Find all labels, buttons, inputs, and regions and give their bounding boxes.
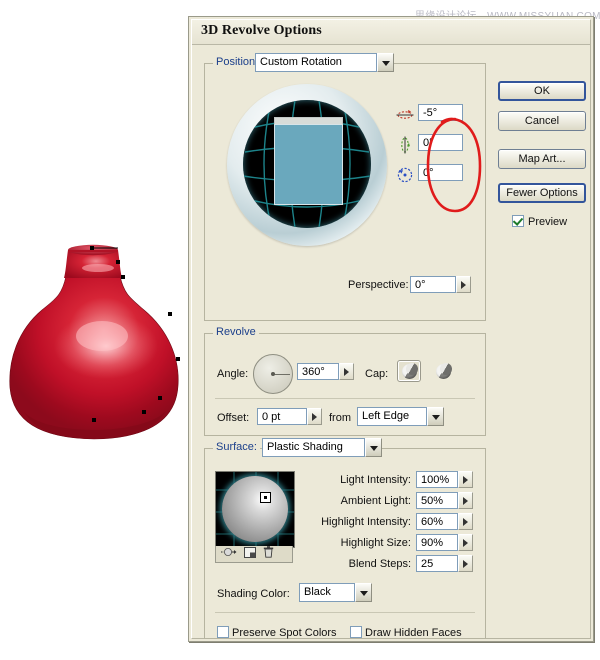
perspective-field[interactable]: 0°: [410, 276, 456, 293]
ok-button[interactable]: OK: [498, 81, 586, 101]
offset-from-combo[interactable]: Left Edge: [357, 407, 427, 426]
preview-label: Preview: [528, 216, 568, 228]
highlight-intensity-field[interactable]: 60%: [416, 513, 458, 530]
surface-group: Surface: Plastic Shading Light Intensity…: [204, 438, 486, 639]
ambient-light-stepper[interactable]: [458, 492, 473, 509]
rotate-y-icon: [396, 136, 414, 154]
move-light-back-icon[interactable]: [244, 545, 256, 563]
angle-dial-center: [271, 372, 275, 376]
highlight-intensity-label: Highlight Intensity:: [321, 516, 411, 528]
light-position-marker[interactable]: [260, 492, 271, 503]
shading-color-combo[interactable]: Black: [299, 583, 355, 602]
light-preview[interactable]: [215, 471, 295, 548]
light-intensity-field[interactable]: 100%: [416, 471, 458, 488]
surface-shading-combo[interactable]: Plastic Shading: [262, 438, 365, 457]
dialog-title: 3D Revolve Options: [201, 23, 322, 38]
preview-checkbox[interactable]: [512, 215, 524, 227]
ambient-light-label: Ambient Light:: [340, 495, 411, 507]
offset-field[interactable]: 0 pt: [257, 408, 307, 425]
dialog-inner-bevel: 3D Revolve Options Position: Custom Rota…: [191, 19, 591, 639]
offset-stepper[interactable]: [307, 408, 322, 425]
3d-revolve-options-dialog: 3D Revolve Options Position: Custom Rota…: [188, 16, 594, 642]
angle-label: Angle:: [217, 368, 249, 380]
preserve-spot-colors-checkbox[interactable]: [217, 626, 229, 638]
red-revolved-vase: [2, 238, 188, 528]
fewer-options-button[interactable]: Fewer Options: [498, 183, 586, 203]
dialog-content: Position: Custom Rotation -5° 0° 0° Pers…: [192, 45, 590, 639]
light-intensity-stepper[interactable]: [458, 471, 473, 488]
map-art-button[interactable]: Map Art...: [498, 149, 586, 169]
cap-on-button[interactable]: [397, 360, 421, 382]
dialog-titlebar: 3D Revolve Options: [192, 20, 590, 45]
position-preset-chevron-down-icon[interactable]: [377, 53, 394, 72]
offset-label: Offset:: [217, 412, 250, 424]
highlight-size-label: Highlight Size:: [340, 537, 411, 549]
trackball-cube-front-face: [274, 124, 343, 205]
cap-solid-icon: [401, 362, 418, 379]
light-preview-sphere: [222, 476, 288, 542]
blend-steps-label: Blend Steps:: [348, 558, 411, 570]
light-toolbar: [215, 546, 293, 563]
cancel-button[interactable]: Cancel: [498, 111, 586, 131]
angle-field[interactable]: 360°: [297, 363, 339, 380]
light-intensity-label: Light Intensity:: [340, 474, 411, 486]
ambient-light-field[interactable]: 50%: [416, 492, 458, 509]
trackball-sphere: [243, 100, 371, 228]
cap-off-button[interactable]: [431, 360, 455, 382]
blend-steps-field[interactable]: 25: [416, 555, 458, 572]
offset-from-chevron-down-icon[interactable]: [427, 407, 444, 426]
surface-divider: [215, 612, 475, 613]
blend-steps-stepper[interactable]: [458, 555, 473, 572]
rotate-y-field[interactable]: 0°: [418, 134, 463, 151]
delete-light-icon[interactable]: [263, 545, 274, 563]
cap-label: Cap:: [365, 368, 389, 380]
revolve-group: Revolve Angle: 360° Cap: Offset: 0 pt fr…: [204, 326, 486, 436]
rotate-x-icon: [396, 106, 414, 124]
angle-dial[interactable]: [253, 354, 293, 394]
new-light-icon[interactable]: [221, 545, 237, 563]
perspective-label: Perspective:: [348, 279, 409, 291]
draw-hidden-faces-label: Draw Hidden Faces: [365, 627, 462, 639]
cap-hollow-icon: [435, 362, 452, 379]
position-preset-combo[interactable]: Custom Rotation: [255, 53, 377, 72]
surface-shading-chevron-down-icon[interactable]: [365, 438, 382, 457]
rotate-z-field[interactable]: 0°: [418, 164, 463, 181]
revolve-divider: [215, 398, 475, 399]
highlight-size-stepper[interactable]: [458, 534, 473, 551]
position-trackball[interactable]: [227, 84, 387, 246]
rotate-z-icon: [396, 166, 414, 184]
angle-dial-needle: [273, 374, 290, 375]
highlight-intensity-stepper[interactable]: [458, 513, 473, 530]
shading-color-label: Shading Color:: [217, 588, 290, 600]
highlight-size-field[interactable]: 90%: [416, 534, 458, 551]
shading-color-chevron-down-icon[interactable]: [355, 583, 372, 602]
offset-from-label: from: [329, 412, 351, 424]
position-legend: Position:: [213, 56, 262, 68]
preserve-spot-colors-label: Preserve Spot Colors: [232, 627, 337, 639]
revolve-legend: Revolve: [213, 326, 259, 338]
surface-legend: Surface:: [213, 441, 260, 453]
angle-stepper[interactable]: [339, 363, 354, 380]
rotate-x-field[interactable]: -5°: [418, 104, 463, 121]
draw-hidden-faces-checkbox[interactable]: [350, 626, 362, 638]
perspective-stepper[interactable]: [456, 276, 471, 293]
position-group: Position: Custom Rotation -5° 0° 0° Pers…: [204, 53, 486, 321]
